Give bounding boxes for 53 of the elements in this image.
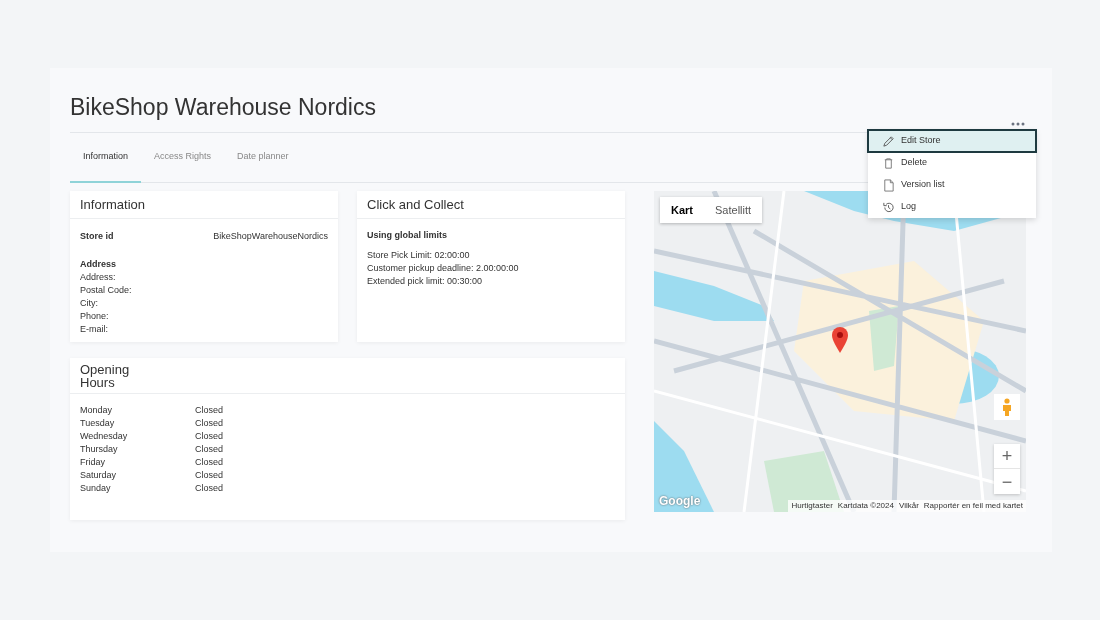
day-label: Wednesday	[80, 430, 129, 443]
field-label: Store id	[80, 230, 114, 243]
hours-value: Closed	[195, 456, 223, 469]
day-label: Friday	[80, 456, 106, 469]
card-title: Opening Hours	[80, 362, 131, 389]
map-logo: Google	[659, 493, 701, 510]
attribution-link[interactable]: Rapportér en feil med kartet	[923, 501, 1023, 511]
day-label: Tuesday	[80, 417, 116, 430]
field-label: Postal Code:	[80, 283, 133, 297]
hours-value: Closed	[195, 430, 223, 443]
tab[interactable]: Access Rights	[141, 133, 225, 183]
section-heading: Address	[80, 257, 117, 271]
hours-value: Closed	[195, 443, 223, 456]
map-type-button[interactable]: Kart	[660, 197, 704, 223]
field-label: Phone:	[80, 309, 110, 323]
more-menu-button[interactable]	[1010, 120, 1026, 128]
menu-item[interactable]: Edit Store	[868, 130, 1036, 152]
field-label: City:	[80, 296, 99, 310]
day-label: Thursday	[80, 443, 119, 456]
attribution-link[interactable]: Hurtigtaster	[791, 501, 833, 511]
attribution-link[interactable]: Vilkår	[898, 501, 919, 511]
menu-item[interactable]: Version list	[868, 174, 1036, 196]
field-label: Address:	[80, 270, 117, 284]
card-title: Information	[80, 195, 146, 214]
menu-item[interactable]: Delete	[868, 152, 1036, 174]
day-label: Monday	[80, 404, 114, 417]
trash-icon	[882, 156, 895, 170]
hours-value: Closed	[195, 404, 223, 417]
person-icon	[1002, 398, 1012, 416]
zoom-in-button[interactable]: +	[994, 444, 1020, 469]
tab[interactable]: Information	[70, 133, 142, 183]
attribution-link[interactable]: Kartdata ©2024	[837, 501, 894, 511]
hours-value: Closed	[195, 469, 223, 482]
field-label: E-mail:	[80, 322, 109, 336]
limit-text: Customer pickup deadline: 2.00:00:00	[367, 261, 520, 275]
pencil-icon	[882, 134, 895, 148]
tab[interactable]: Date planner	[224, 133, 302, 183]
day-label: Saturday	[80, 469, 118, 482]
limit-text: Extended pick limit: 00:30:00	[367, 274, 484, 288]
limit-text: Store Pick Limit: 02:00:00	[367, 248, 471, 262]
hours-value: Closed	[195, 417, 223, 430]
card-title: Click and Collect	[367, 195, 464, 214]
map-type-button[interactable]: Satellitt	[704, 197, 763, 223]
hours-value: Closed	[195, 482, 223, 495]
menu-item[interactable]: Log	[868, 196, 1036, 218]
page-title: BikeShop Warehouse Nordics	[70, 92, 376, 122]
field-value: BikeShopWarehouseNordics	[213, 230, 328, 243]
document-icon	[882, 178, 895, 192]
history-icon	[882, 200, 895, 214]
zoom-out-button[interactable]: −	[994, 469, 1020, 494]
day-label: Sunday	[80, 482, 112, 495]
section-heading: Using global limits	[367, 229, 448, 242]
more-icon	[1011, 122, 1025, 126]
